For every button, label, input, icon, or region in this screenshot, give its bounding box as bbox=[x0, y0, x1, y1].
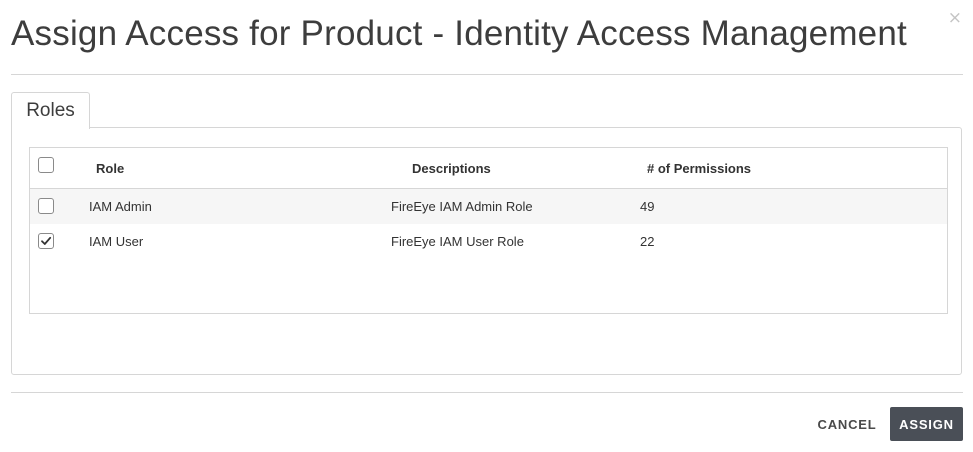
role-name: IAM Admin bbox=[89, 199, 152, 214]
dialog-title: Assign Access for Product - Identity Acc… bbox=[11, 14, 907, 53]
select-all-checkbox[interactable] bbox=[38, 157, 54, 173]
role-description: FireEye IAM User Role bbox=[391, 234, 524, 249]
table-header-row: Role Descriptions # of Permissions bbox=[30, 148, 947, 189]
checkmark-icon bbox=[41, 236, 52, 245]
permission-count: 49 bbox=[640, 199, 655, 214]
close-icon[interactable]: × bbox=[948, 10, 962, 27]
assign-button[interactable]: ASSIGN bbox=[890, 407, 963, 441]
column-header-role[interactable]: Role bbox=[96, 148, 124, 188]
role-description: FireEye IAM Admin Role bbox=[391, 199, 533, 214]
tab-roles[interactable]: Roles bbox=[11, 92, 90, 129]
column-header-permissions[interactable]: # of Permissions bbox=[647, 148, 751, 188]
row-checkbox-iam-user[interactable] bbox=[38, 233, 54, 249]
header-divider bbox=[11, 74, 963, 75]
column-header-descriptions[interactable]: Descriptions bbox=[412, 148, 491, 188]
table-row[interactable]: IAM Admin FireEye IAM Admin Role 49 bbox=[30, 189, 947, 224]
row-checkbox-iam-admin[interactable] bbox=[38, 198, 54, 214]
assign-access-dialog: Assign Access for Product - Identity Acc… bbox=[0, 0, 973, 452]
footer-divider bbox=[11, 392, 963, 393]
permission-count: 22 bbox=[640, 234, 655, 249]
table-row[interactable]: IAM User FireEye IAM User Role 22 bbox=[30, 224, 947, 259]
role-name: IAM User bbox=[89, 234, 144, 249]
roles-table: Role Descriptions # of Permissions IAM A… bbox=[29, 147, 948, 314]
cancel-button[interactable]: CANCEL bbox=[812, 407, 882, 441]
